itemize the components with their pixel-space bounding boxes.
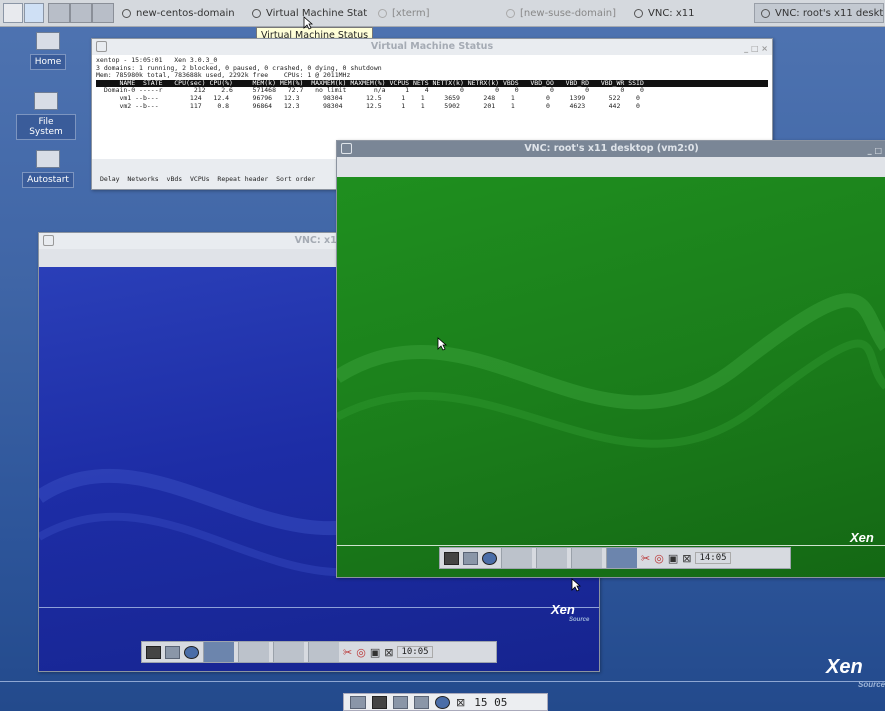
window-icon (122, 8, 131, 18)
vnc-root-window[interactable]: VNC: root's x11 desktop (vm2:0) _ □ Xen … (336, 140, 885, 578)
file-manager-icon[interactable] (414, 695, 429, 709)
window-title: Virtual Machine Status (370, 41, 494, 52)
window-icon (378, 8, 387, 18)
vnc-x11-panel: ✂ ◎ ▣ ⊠ 10:05 (141, 641, 497, 663)
top-taskbar: new-centos-domain Virtual Machine Status… (0, 0, 885, 27)
window-title: VNC: root's x11 desktop (vm2:0) (524, 143, 699, 154)
separator-line (39, 607, 599, 608)
workspace-1[interactable] (501, 548, 532, 568)
file-manager-icon[interactable] (165, 645, 180, 659)
workspace-3[interactable] (273, 642, 304, 662)
lock-icon[interactable]: ▣ (370, 646, 380, 659)
xfce-menu-icon[interactable] (350, 695, 366, 709)
workspace-4[interactable] (606, 548, 637, 568)
workspace-2[interactable] (238, 642, 269, 662)
xen-logo-sub: Source (569, 617, 590, 623)
desktop-icon-label: Autostart (22, 172, 74, 188)
workspace-2[interactable] (70, 3, 92, 23)
workspace-1[interactable] (203, 642, 234, 662)
xen-logo: Xen (826, 656, 863, 678)
desktop-icon-home[interactable]: Home (18, 32, 78, 70)
desktop-icon-label: File System (16, 114, 76, 140)
vnc-root-screen[interactable]: Xen ✂ ◎ ▣ ⊠ 14:05 (337, 177, 885, 577)
window-menu-icon[interactable] (96, 41, 107, 52)
file-manager-icon[interactable] (463, 551, 478, 565)
xen-logo-sub: Source (858, 680, 885, 689)
window-icon (761, 8, 770, 18)
vnc-root-panel: ✂ ◎ ▣ ⊠ 14:05 (439, 547, 791, 569)
clock: 10:05 (397, 646, 433, 658)
task-label: [xterm] (392, 7, 430, 19)
workspace-2[interactable] (536, 548, 567, 568)
window-icon (634, 8, 643, 18)
mouse-cursor-icon (303, 16, 313, 30)
task-label: Virtual Machine Status (266, 7, 368, 19)
tools-icon[interactable]: ✂ (641, 552, 650, 565)
desktop-separator (0, 681, 885, 682)
drive-icon (34, 92, 58, 110)
folder-icon (36, 150, 60, 168)
show-desktop-icon[interactable] (24, 3, 44, 23)
window-titlebar[interactable]: Virtual Machine Status _ □ × (92, 39, 772, 55)
workspace-1[interactable] (48, 3, 70, 23)
menu-icon[interactable] (3, 3, 23, 23)
xen-logo: Xen (551, 602, 575, 617)
logout-icon[interactable]: ⊠ (456, 696, 465, 709)
browser-icon[interactable] (184, 645, 199, 659)
help-icon[interactable]: ◎ (654, 552, 664, 565)
vnc-toolbar (337, 157, 885, 177)
xentop-row: vm2 --b--- 117 0.8 96864 12.3 98304 12.5… (96, 101, 640, 110)
terminal-icon[interactable] (146, 645, 161, 659)
terminal-icon[interactable] (372, 695, 387, 709)
desktop-icon-label: Home (29, 54, 67, 70)
editor-icon[interactable] (393, 695, 408, 709)
task-vnc-root-desktop[interactable]: VNC: root's x11 deskto... (754, 3, 884, 23)
window-icon (506, 8, 515, 18)
task-new-suse-domain[interactable]: [new-suse-domain] (500, 3, 622, 23)
task-xterm[interactable]: [xterm] (372, 3, 492, 23)
lock-icon[interactable]: ▣ (668, 552, 678, 565)
tools-icon[interactable]: ✂ (343, 646, 352, 659)
logout-icon[interactable]: ⊠ (384, 646, 393, 659)
task-label: [new-suse-domain] (520, 7, 617, 19)
browser-icon[interactable] (482, 551, 497, 565)
separator-line (337, 545, 885, 546)
xentop-footer: Delay Networks vBds VCPUs Repeat header … (100, 175, 316, 183)
xen-logo: Xen (850, 530, 874, 545)
task-new-centos-domain[interactable]: new-centos-domain (116, 3, 244, 23)
desktop-icon-file-system[interactable]: File System (16, 92, 76, 140)
task-label: VNC: x11 (648, 7, 695, 19)
workspace-3[interactable] (92, 3, 114, 23)
clock: 15 05 (474, 695, 508, 709)
window-menu-icon[interactable] (341, 143, 352, 154)
task-vnc-x11[interactable]: VNC: x11 (628, 3, 748, 23)
logout-icon[interactable]: ⊠ (682, 552, 691, 565)
mouse-cursor-icon (437, 337, 447, 351)
window-titlebar[interactable]: VNC: root's x11 desktop (vm2:0) _ □ (337, 141, 885, 157)
home-folder-icon (36, 32, 60, 50)
clock: 14:05 (695, 552, 731, 564)
host-bottom-panel: ⊠ 15 05 (343, 693, 548, 711)
wave-decoration (337, 293, 885, 448)
mouse-cursor-icon (571, 578, 581, 592)
window-icon (252, 8, 261, 18)
task-label: VNC: root's x11 deskto... (775, 7, 884, 19)
browser-icon[interactable] (435, 695, 450, 709)
window-menu-icon[interactable] (43, 235, 54, 246)
terminal-icon[interactable] (444, 551, 459, 565)
desktop-icon-autostart[interactable]: Autostart (18, 150, 78, 188)
task-label: new-centos-domain (136, 7, 235, 19)
workspace-4[interactable] (308, 642, 339, 662)
window-controls[interactable]: _ □ × (744, 41, 768, 57)
help-icon[interactable]: ◎ (356, 646, 366, 659)
workspace-3[interactable] (571, 548, 602, 568)
